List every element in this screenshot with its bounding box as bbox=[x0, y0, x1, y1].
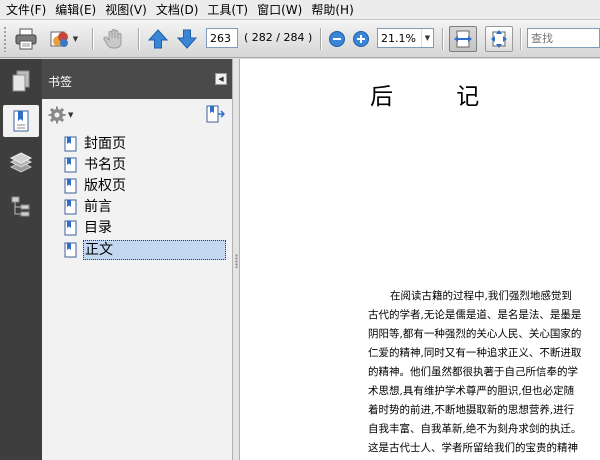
toolbar-separator bbox=[520, 28, 521, 50]
bookmark-options-button[interactable]: ▼ bbox=[48, 106, 73, 124]
bookmark-item[interactable]: 封面页 bbox=[64, 134, 127, 153]
bookmark-icon bbox=[64, 199, 77, 214]
bookmarks-panel-title: 书签 bbox=[48, 75, 73, 89]
bookmark-icon bbox=[64, 178, 77, 193]
search-input[interactable] bbox=[527, 28, 600, 48]
new-bookmark-button[interactable] bbox=[205, 105, 226, 126]
page-count-label: ( 282 / 284 ) bbox=[244, 31, 313, 44]
pages-panel-button[interactable] bbox=[3, 65, 39, 97]
navigation-rail bbox=[0, 59, 42, 460]
pages-icon bbox=[12, 70, 30, 92]
text-line: 仁爱的精神,同时又有一种追求正义、不断进取 bbox=[368, 347, 582, 359]
fit-width-icon bbox=[454, 30, 472, 48]
bookmark-item-selected[interactable]: 正文 bbox=[64, 239, 228, 260]
bookmark-label: 正文 bbox=[83, 239, 226, 260]
text-line: 古代的学者,无论是儒是道、是名是法、是墨是 bbox=[368, 309, 582, 321]
page-body-text: 在阅读古籍的过程中,我们强烈地感觉到 古代的学者,无论是儒是道、是名是法、是墨是… bbox=[368, 287, 600, 458]
hand-tool-button[interactable] bbox=[99, 26, 129, 52]
toolbar-grip[interactable] bbox=[3, 26, 7, 52]
text-line: 着时势的前进,不断地摄取新的思想营养,进行 bbox=[368, 404, 575, 416]
zoom-value: 21.1% bbox=[381, 31, 416, 45]
panel-splitter[interactable] bbox=[232, 59, 240, 460]
text-line: 术思想,具有维护学术尊严的胆识,但也必定随 bbox=[368, 385, 575, 397]
bookmark-icon bbox=[64, 157, 77, 172]
toolbar-separator bbox=[320, 28, 321, 50]
chevron-down-icon: ▼ bbox=[68, 111, 74, 119]
toolbar-separator bbox=[138, 28, 139, 50]
printer-icon bbox=[15, 28, 37, 50]
chevron-down-icon[interactable]: ▼ bbox=[421, 29, 433, 47]
model-tree-icon bbox=[11, 196, 30, 217]
menu-view[interactable]: 视图(V) bbox=[103, 0, 154, 20]
menu-tools[interactable]: 工具(T) bbox=[205, 0, 255, 20]
share-button[interactable]: ▼ bbox=[45, 26, 81, 52]
zoom-out-button[interactable] bbox=[327, 26, 347, 52]
bookmarks-icon bbox=[13, 110, 29, 132]
layers-panel-button[interactable] bbox=[3, 147, 39, 179]
toolbar-separator bbox=[92, 28, 93, 50]
bookmark-label: 书名页 bbox=[84, 156, 126, 173]
page-number-input[interactable] bbox=[206, 28, 238, 48]
menu-window[interactable]: 窗口(W) bbox=[255, 0, 309, 20]
menu-file[interactable]: 文件(F) bbox=[4, 0, 53, 20]
bookmarks-panel: 书签 ◀ ▼ 封面页 书名页 版权页 前言 目录 正文 bbox=[42, 59, 233, 460]
text-line: 自我丰富、自我革新,绝不为刻舟求剑的执迁。 bbox=[368, 423, 582, 435]
next-page-icon bbox=[176, 29, 198, 49]
fit-page-icon bbox=[491, 30, 507, 48]
fit-width-button[interactable] bbox=[449, 26, 477, 52]
previous-page-icon bbox=[147, 29, 169, 49]
zoom-in-button[interactable] bbox=[351, 26, 371, 52]
document-view[interactable]: 后 记 在阅读古籍的过程中,我们强烈地感觉到 古代的学者,无论是儒是道、是名是法… bbox=[240, 59, 600, 460]
bookmark-item[interactable]: 书名页 bbox=[64, 155, 127, 174]
bookmark-icon bbox=[64, 242, 77, 257]
collapse-panel-button[interactable]: ◀ bbox=[215, 73, 227, 85]
text-line: 的精神。他们虽然都很执著于自己所信奉的学 bbox=[368, 366, 578, 378]
menu-document[interactable]: 文档(D) bbox=[154, 0, 206, 20]
bookmarks-toolbar: ▼ bbox=[42, 99, 233, 129]
text-line: 这是古代士人、学者所留给我们的宝贵的精神 bbox=[368, 442, 578, 454]
share-dropdown-arrow[interactable]: ▼ bbox=[73, 35, 78, 43]
bookmark-label: 前言 bbox=[84, 198, 112, 215]
model-tree-panel-button[interactable] bbox=[3, 191, 39, 223]
share-icon bbox=[50, 31, 68, 47]
splitter-grip bbox=[235, 254, 238, 268]
previous-page-button[interactable] bbox=[145, 26, 171, 52]
bookmark-icon bbox=[64, 220, 77, 235]
layers-icon bbox=[9, 152, 33, 173]
bookmark-item[interactable]: 目录 bbox=[64, 218, 113, 237]
bookmarks-panel-header: 书签 ◀ bbox=[42, 59, 233, 99]
page-heading: 后 记 bbox=[370, 84, 508, 110]
bookmark-item[interactable]: 版权页 bbox=[64, 176, 127, 195]
bookmark-icon bbox=[64, 136, 77, 151]
print-button[interactable] bbox=[11, 26, 41, 52]
zoom-in-icon bbox=[353, 31, 369, 47]
bookmark-label: 封面页 bbox=[84, 135, 126, 152]
text-line: 阴阳等,都有一种强烈的关心人民、关心国家的 bbox=[368, 328, 582, 340]
toolbar-separator bbox=[442, 28, 443, 50]
menu-bar: 文件(F) 编辑(E) 视图(V) 文档(D) 工具(T) 窗口(W) 帮助(H… bbox=[0, 0, 600, 20]
toolbar: ▼ ( 282 / 284 ) 21.1% ▼ bbox=[0, 20, 600, 58]
bookmarks-panel-button[interactable] bbox=[3, 105, 39, 137]
menu-help[interactable]: 帮助(H) bbox=[309, 0, 360, 20]
text-line: 在阅读古籍的过程中,我们强烈地感觉到 bbox=[390, 290, 572, 302]
menu-edit[interactable]: 编辑(E) bbox=[53, 0, 103, 20]
next-page-button[interactable] bbox=[174, 26, 200, 52]
bookmark-label: 目录 bbox=[84, 219, 112, 236]
fit-page-button[interactable] bbox=[485, 26, 513, 52]
zoom-select[interactable]: 21.1% ▼ bbox=[377, 28, 434, 48]
bookmark-label: 版权页 bbox=[84, 177, 126, 194]
hand-icon bbox=[103, 29, 122, 49]
zoom-out-icon bbox=[329, 31, 345, 47]
bookmark-item[interactable]: 前言 bbox=[64, 197, 113, 216]
new-bookmark-icon bbox=[206, 105, 226, 123]
gear-icon bbox=[48, 106, 66, 124]
